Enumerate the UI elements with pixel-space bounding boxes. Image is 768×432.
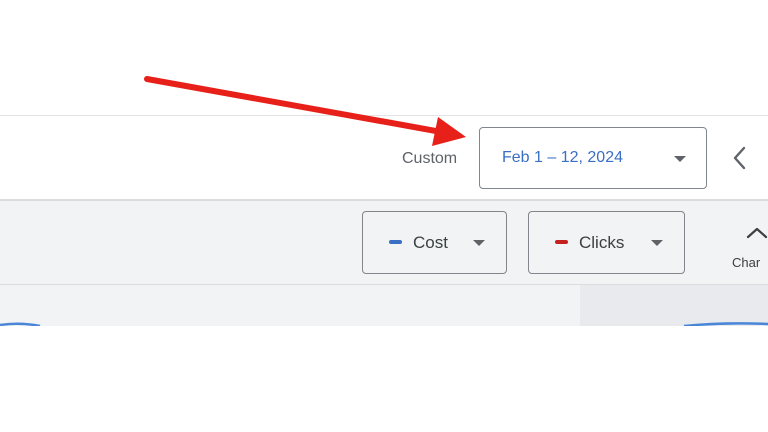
caret-down-icon bbox=[651, 240, 663, 246]
chart-series-line bbox=[0, 322, 768, 326]
chevron-left-icon bbox=[733, 146, 746, 170]
date-range-value: Feb 1 – 12, 2024 bbox=[502, 149, 623, 166]
metric-select-clicks[interactable]: Clicks bbox=[528, 211, 685, 274]
metric-select-cost[interactable]: Cost bbox=[362, 211, 507, 274]
page: Custom Feb 1 – 12, 2024 Cost Clicks Char bbox=[0, 0, 768, 432]
metric-label-cost: Cost bbox=[413, 233, 448, 252]
date-range-picker[interactable]: Feb 1 – 12, 2024 bbox=[479, 127, 707, 189]
chart-toggle-button[interactable]: Char bbox=[730, 219, 768, 275]
date-toolbar: Custom Feb 1 – 12, 2024 bbox=[0, 115, 768, 201]
chart-area bbox=[0, 285, 768, 326]
chevron-up-icon bbox=[746, 227, 768, 239]
date-range-type-label: Custom bbox=[402, 150, 458, 167]
chart-toggle-label: Char bbox=[732, 255, 761, 270]
clicks-swatch bbox=[555, 240, 568, 244]
metric-label-clicks: Clicks bbox=[579, 233, 625, 252]
metric-selector-row: Cost Clicks Char bbox=[0, 201, 768, 285]
caret-down-icon bbox=[674, 156, 686, 162]
caret-down-icon bbox=[473, 240, 485, 246]
previous-period-button[interactable] bbox=[726, 138, 754, 178]
cost-swatch bbox=[389, 240, 402, 244]
